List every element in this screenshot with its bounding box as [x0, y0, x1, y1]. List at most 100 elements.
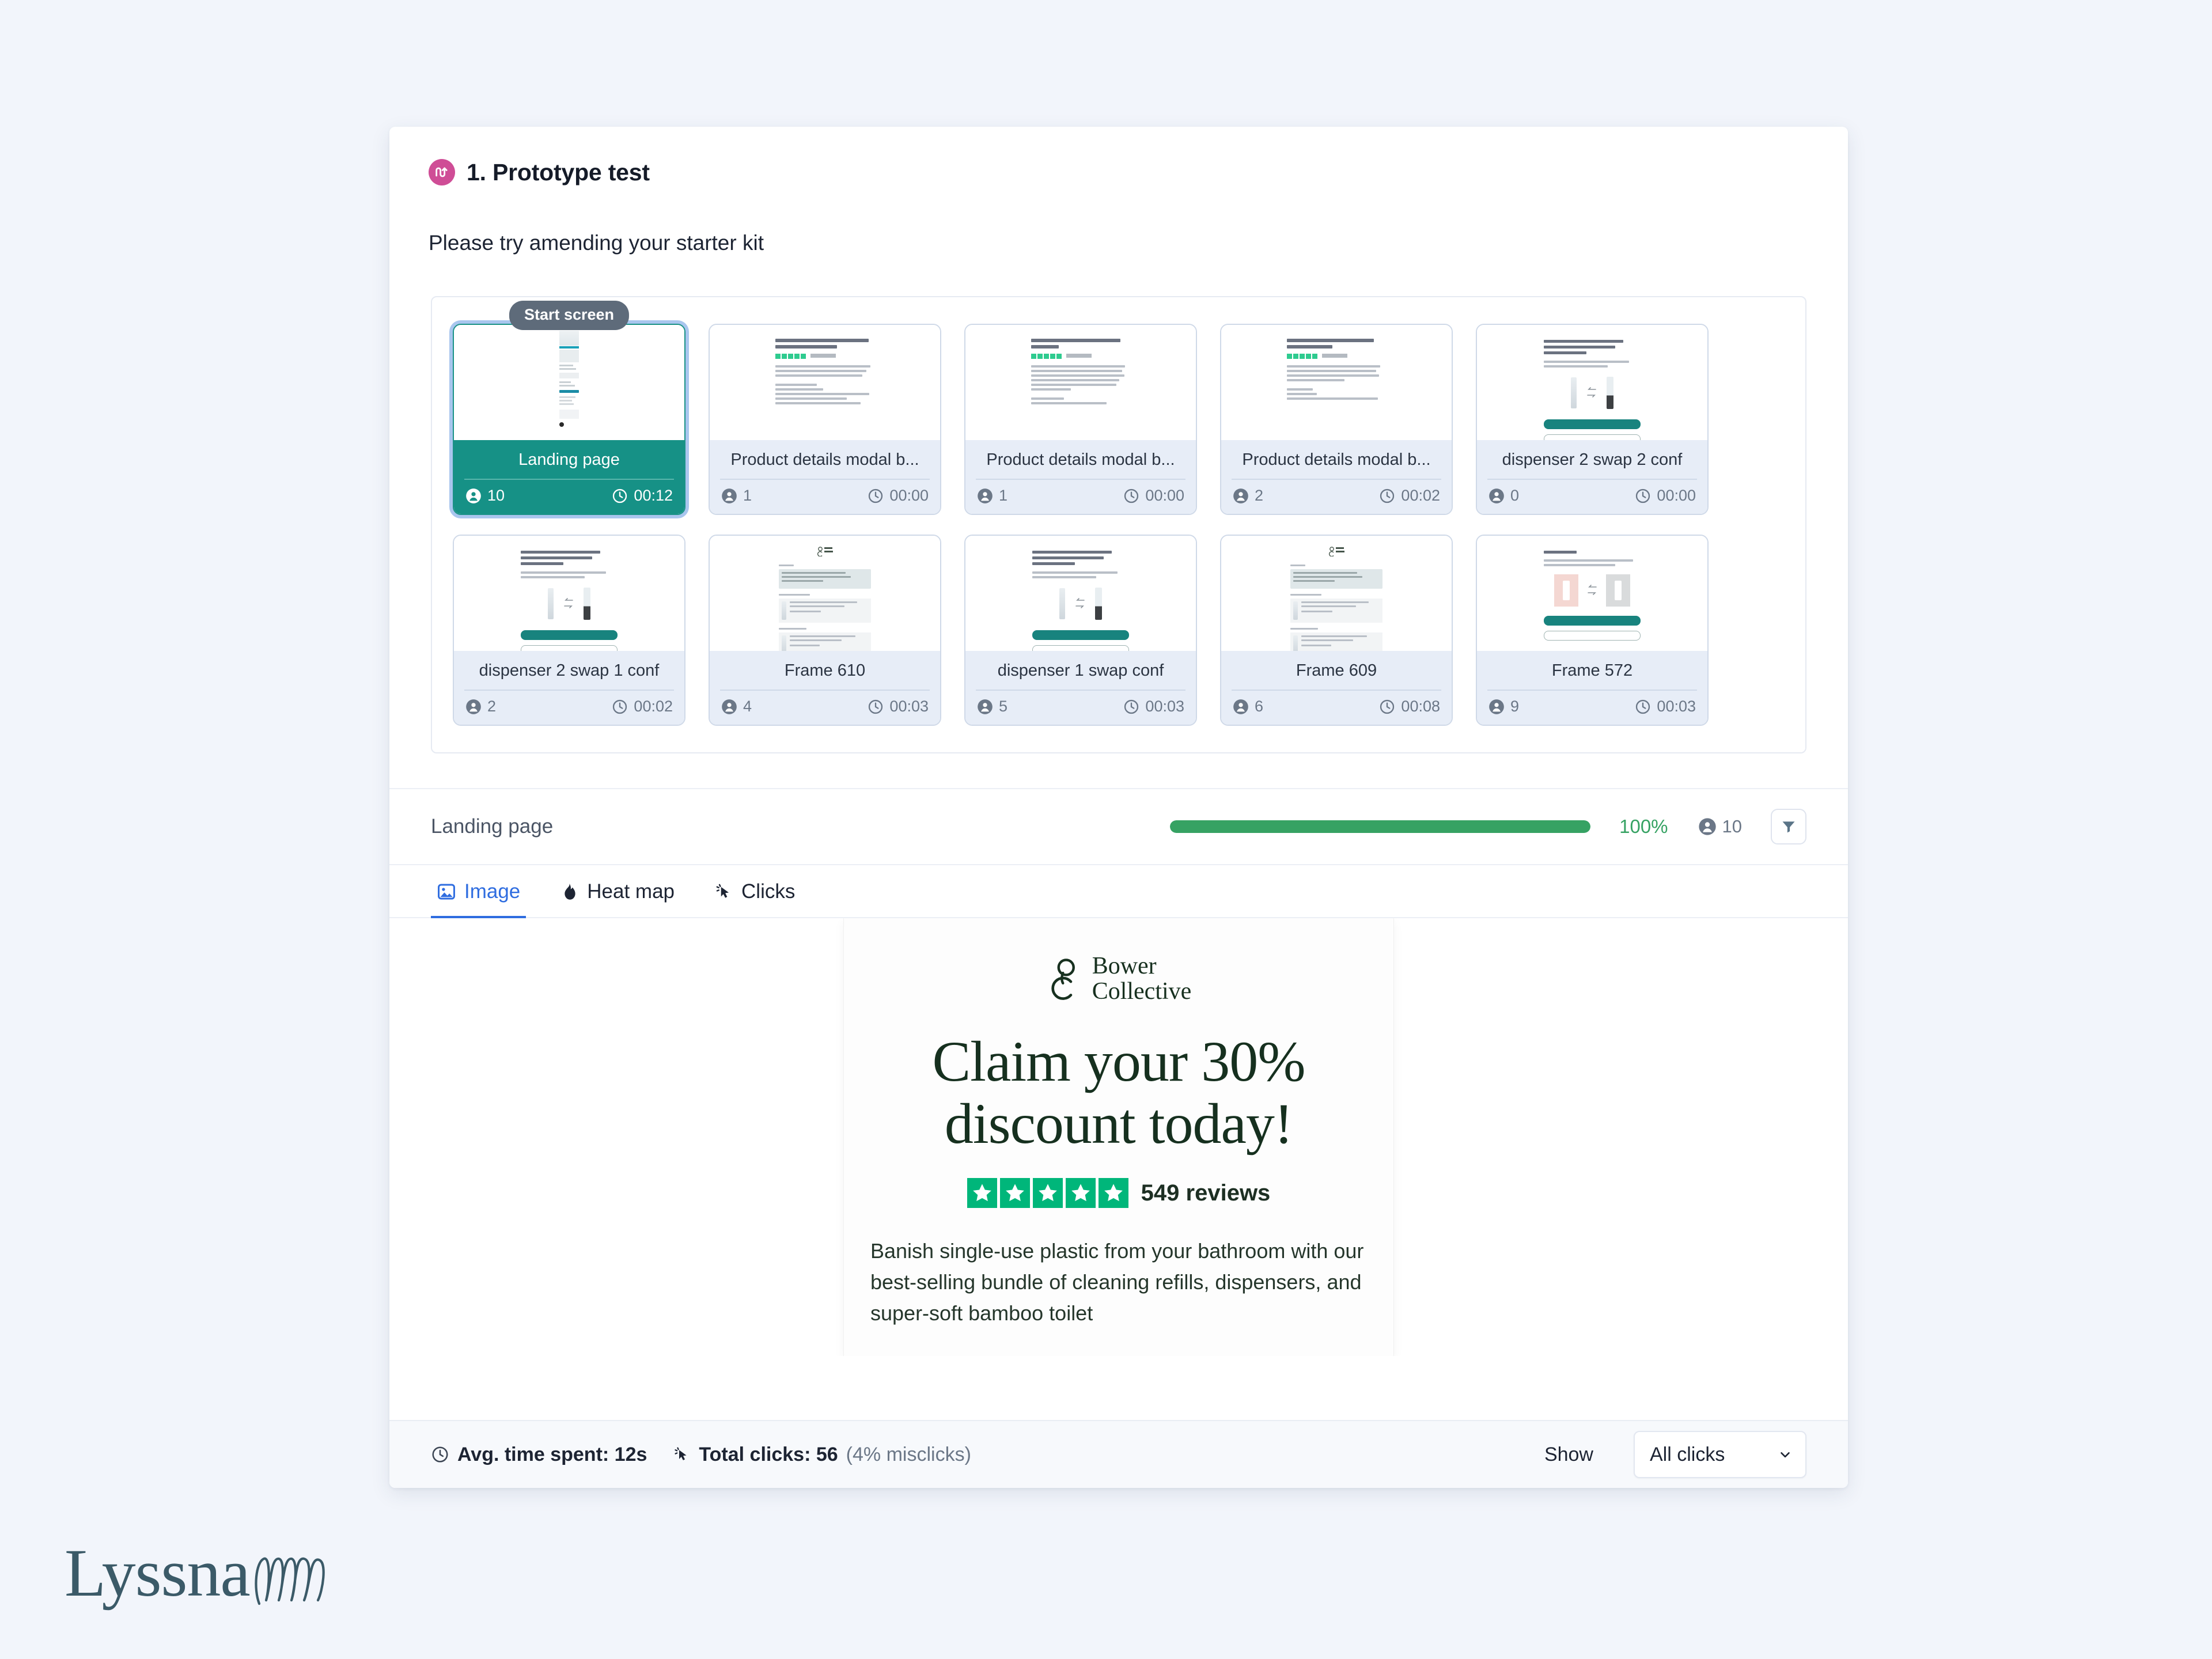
filter-button[interactable]: [1771, 809, 1806, 845]
screen-thumbnail: [710, 325, 940, 441]
screen-thumbnail: [965, 536, 1196, 652]
screen-stats: 1 00:00: [965, 480, 1196, 514]
show-label: Show: [1544, 1443, 1593, 1465]
screens-row-1: Start screen Landing page 10 00:12 Produ…: [453, 301, 1785, 516]
screen-thumbnail: [1477, 536, 1707, 652]
screen-card[interactable]: Frame 572 9 00:03: [1476, 535, 1709, 726]
preview-body-text: Banish single-use plastic from your bath…: [870, 1239, 1364, 1325]
screen-stats: 5 00:03: [965, 691, 1196, 725]
trustpilot-rating: 549 reviews: [870, 1178, 1367, 1209]
tab-clicks[interactable]: Clicks: [708, 865, 801, 919]
screen-time: 00:03: [1635, 698, 1696, 715]
clock-icon: [1636, 699, 1650, 714]
star-rating: [967, 1178, 1128, 1209]
person-icon: [978, 699, 993, 714]
screen-time: 00:03: [1123, 698, 1184, 715]
screen-time-value: 00:03: [1145, 698, 1184, 715]
person-icon: [722, 488, 737, 503]
screen-participants: 4: [721, 698, 752, 715]
progress-participants-count: 10: [1722, 816, 1742, 837]
clock-icon: [613, 488, 627, 503]
clock-icon: [1636, 488, 1650, 503]
page-title: 1. Prototype test: [467, 158, 650, 185]
stats-footer: Avg. time spent: 12s Total clicks: 56 (4…: [389, 1420, 1848, 1488]
screen-name: Frame 572: [1551, 661, 1633, 680]
progress-bar: [1170, 820, 1591, 834]
screen-time-value: 00:00: [1657, 487, 1696, 505]
screen-participants-count: 0: [1510, 487, 1520, 505]
bower-collective-logo: Bower Collective: [870, 953, 1367, 1005]
screen-time-value: 00:08: [1401, 698, 1440, 715]
screen-participants-count: 10: [487, 487, 505, 505]
screen-name: Frame 609: [1296, 661, 1377, 680]
screen-stats: 2 00:02: [454, 691, 684, 725]
tab-heat-map[interactable]: Heat map: [554, 865, 680, 919]
screen-card[interactable]: Frame 609 6 00:08: [1220, 535, 1453, 726]
screen-card[interactable]: Product details modal b... 1 00:00: [964, 324, 1197, 516]
screen-time-value: 00:00: [1145, 487, 1184, 505]
screen-time: 00:02: [1379, 487, 1440, 505]
screen-participants-count: 1: [743, 487, 752, 505]
screen-time: 00:00: [868, 487, 929, 505]
screen-meta: Landing page 10 00:12: [454, 440, 684, 514]
brand-line-2: Collective: [1092, 978, 1192, 1005]
screen-participants: 5: [977, 698, 1007, 715]
prototype-test-panel: 1. Prototype test Please try amending yo…: [389, 127, 1848, 1488]
flame-icon: [565, 884, 575, 900]
screen-preview-area[interactable]: Bower Collective Claim your 30% discount…: [389, 918, 1848, 1357]
screen-time: 00:00: [1123, 487, 1184, 505]
tab-heat-map-label: Heat map: [587, 880, 675, 903]
clicks-filter-select[interactable]: All clicks: [1634, 1431, 1806, 1478]
screen-thumbnail: [965, 325, 1196, 441]
screen-stats: 2 00:02: [1221, 480, 1452, 514]
screen-name: Product details modal b...: [986, 450, 1175, 469]
clock-icon: [1380, 488, 1395, 503]
screen-thumbnail: [1221, 536, 1452, 652]
screen-card[interactable]: Product details modal b... 2 00:02: [1220, 324, 1453, 516]
total-clicks-label: Total clicks: 56: [699, 1443, 838, 1465]
star-icon: [1098, 1178, 1128, 1209]
screen-name: Product details modal b...: [1242, 450, 1431, 469]
clock-icon: [1380, 699, 1395, 714]
screen-thumbnail: [454, 536, 684, 652]
screen-meta: dispenser 1 swap conf 5 00:03: [965, 651, 1196, 725]
screen-meta: Product details modal b... 2 00:02: [1221, 440, 1452, 514]
screen-time: 00:00: [1635, 487, 1696, 505]
prototype-flow-icon: [429, 159, 455, 185]
star-glyph: [1005, 1184, 1024, 1202]
screen-card[interactable]: dispenser 1 swap conf 5 00:03: [964, 535, 1197, 726]
screen-participants-count: 5: [999, 698, 1008, 715]
filter-funnel-icon: [1782, 821, 1795, 833]
star-glyph: [1104, 1184, 1123, 1202]
clicks-filter-value: All clicks: [1650, 1443, 1725, 1465]
screen-thumbnail: [1477, 325, 1707, 441]
screen-stats: 6 00:08: [1221, 691, 1452, 725]
screen-card[interactable]: Frame 610 4 00:03: [709, 535, 941, 726]
screen-card[interactable]: dispenser 2 swap 1 conf 2 00:02: [453, 535, 685, 726]
screen-meta: Product details modal b... 1 00:00: [965, 440, 1196, 514]
person-icon: [722, 699, 737, 714]
misclicks-label: (4% misclicks): [846, 1443, 971, 1465]
screen-time: 00:02: [612, 698, 673, 715]
screen-card[interactable]: dispenser 2 swap 2 conf 0 00:00: [1476, 324, 1709, 516]
screen-name: Product details modal b...: [730, 450, 919, 469]
star-glyph: [1071, 1184, 1090, 1202]
screen-time-value: 00:00: [889, 487, 929, 505]
landing-page-preview: Bower Collective Claim your 30% discount…: [844, 918, 1393, 1357]
bower-mark-icon: [1051, 958, 1075, 1000]
tab-image-label: Image: [464, 880, 521, 903]
screen-card[interactable]: Start screen Landing page 10 00:12: [453, 301, 685, 516]
screen-name: dispenser 1 swap conf: [997, 661, 1164, 680]
screen-meta: dispenser 2 swap 2 conf 0 00:00: [1477, 440, 1707, 514]
lyssna-squiggle-icon: [255, 1557, 325, 1605]
tab-image[interactable]: Image: [431, 865, 527, 920]
person-icon: [1489, 699, 1504, 714]
screen-card[interactable]: Product details modal b... 1 00:00: [709, 324, 941, 516]
lyssna-logo: Lyssna: [65, 1539, 339, 1607]
screens-container: Start screen Landing page 10 00:12 Produ…: [431, 296, 1806, 754]
screen-stats: 4 00:03: [710, 691, 940, 725]
star-glyph: [1038, 1184, 1057, 1202]
avg-time-label: Avg. time spent: 12s: [457, 1443, 647, 1465]
screen-meta: Frame 610 4 00:03: [710, 651, 940, 725]
screen-participants-count: 1: [999, 487, 1008, 505]
